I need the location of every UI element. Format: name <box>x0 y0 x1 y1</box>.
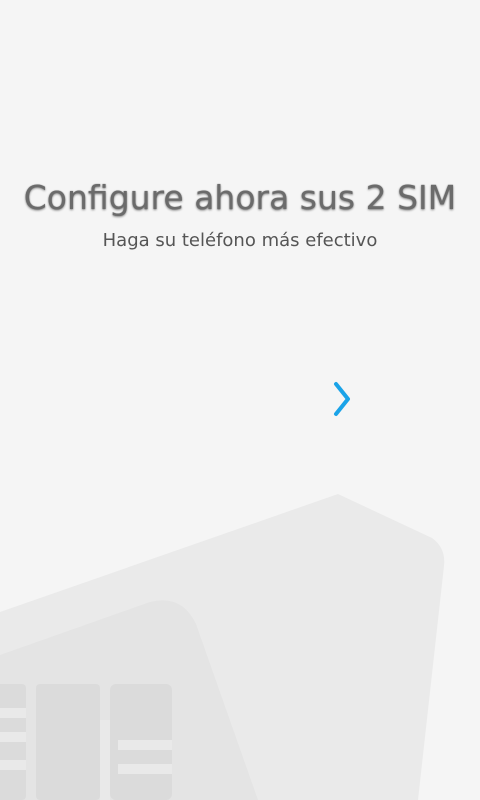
chevron-right-icon <box>334 382 350 416</box>
next-button[interactable] <box>322 374 362 424</box>
onboarding-screen: Configure ahora sus 2 SIM Haga su teléfo… <box>0 0 480 800</box>
sim-card-back-icon <box>0 494 445 800</box>
sim-card-illustration <box>0 494 445 800</box>
page-title: Configure ahora sus 2 SIM <box>23 178 457 217</box>
sim-chip-icon <box>0 684 172 800</box>
sim-card-front-icon <box>0 600 258 800</box>
page-subtitle: Haga su teléfono más efectivo <box>102 230 378 251</box>
